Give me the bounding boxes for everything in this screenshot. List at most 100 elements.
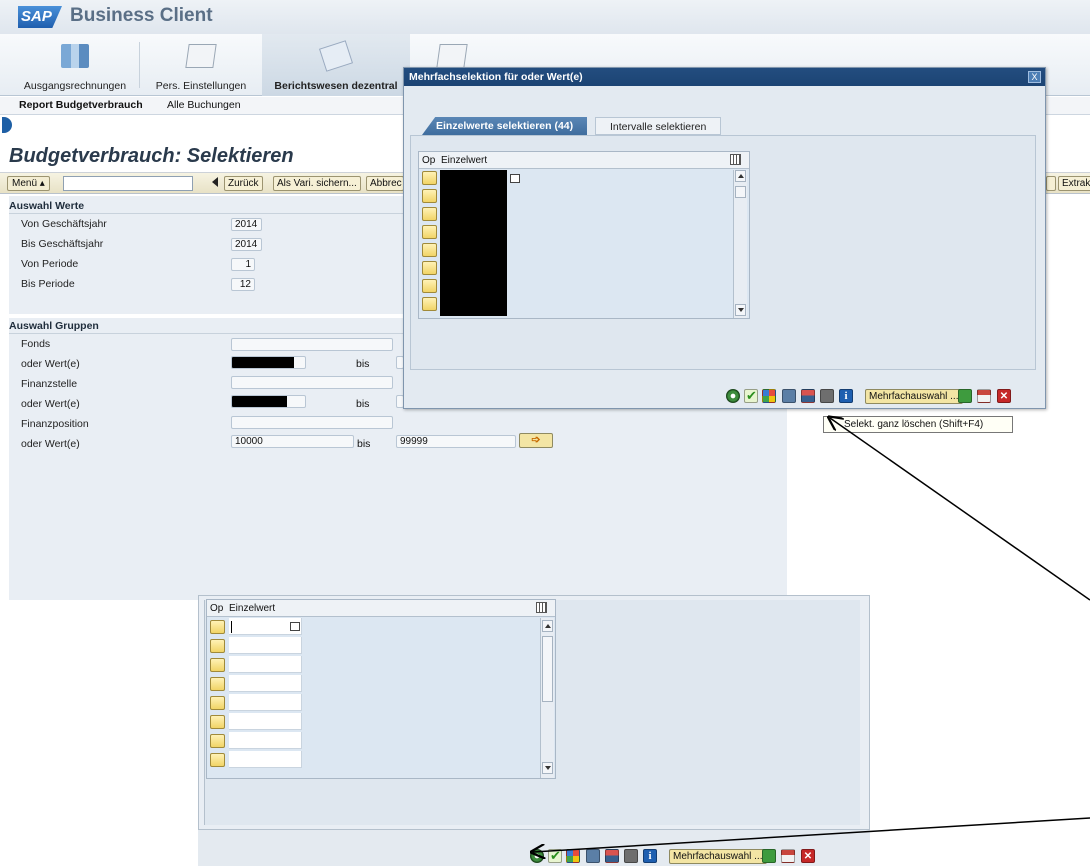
save-variant-button[interactable]: Als Vari. sichern... — [273, 176, 361, 191]
option-button[interactable] — [210, 639, 225, 653]
tab-einzelwerte[interactable]: Einzelwerte selektieren (44) — [422, 117, 588, 135]
value-cell[interactable] — [229, 637, 302, 654]
field-label-finanzstelle: Finanzstelle — [21, 378, 78, 390]
scroll-thumb[interactable] — [542, 636, 553, 702]
finanzstelle-from-input[interactable] — [231, 395, 306, 408]
tooltip: Selekt. ganz löschen (Shift+F4) — [823, 416, 1013, 433]
option-button[interactable] — [210, 734, 225, 748]
trash-icon[interactable] — [624, 849, 638, 863]
vertical-scrollbar[interactable] — [733, 170, 747, 318]
copy-icon[interactable] — [510, 174, 520, 183]
option-button[interactable] — [422, 189, 437, 203]
column-header-einzelwert[interactable]: Einzelwert — [441, 155, 487, 166]
cancel-icon[interactable]: ✕ — [801, 849, 815, 863]
value-cell[interactable] — [229, 675, 302, 692]
multiple-selection-arrow-button[interactable]: ➩ — [519, 433, 553, 448]
scroll-thumb[interactable] — [735, 186, 746, 198]
option-button[interactable] — [422, 279, 437, 293]
redacted-block — [232, 357, 294, 368]
von-periode-input[interactable]: 1 — [231, 258, 255, 271]
insert-line-icon[interactable] — [782, 389, 796, 403]
value-cell[interactable] — [229, 751, 302, 768]
cancel-icon[interactable]: ✕ — [997, 389, 1011, 403]
copy-icon[interactable] — [290, 622, 300, 631]
clipboard-upload-icon[interactable] — [977, 389, 991, 403]
option-button[interactable] — [210, 696, 225, 710]
bis-periode-input[interactable]: 12 — [231, 278, 255, 291]
fonds-input[interactable] — [231, 338, 393, 351]
cancel-button[interactable]: Abbrec — [366, 176, 404, 191]
option-button[interactable] — [422, 171, 437, 185]
hidden-button[interactable] — [1046, 176, 1056, 191]
zoomed-footer-toolbar: i Mehrfachauswahl ... ✕ — [530, 847, 860, 866]
fonds-from-input[interactable] — [231, 356, 306, 369]
multiple-selection-icon[interactable] — [566, 849, 580, 863]
option-button[interactable] — [422, 243, 437, 257]
launch-item-ausgangsrechnungen[interactable]: Ausgangsrechnungen — [14, 34, 136, 96]
grid-header: Op Einzelwert — [419, 152, 749, 169]
option-button[interactable] — [210, 677, 225, 691]
delete-line-icon[interactable] — [801, 389, 815, 403]
mehrfachauswahl-button[interactable]: Mehrfachauswahl ... — [669, 849, 767, 864]
value-cell[interactable] — [229, 656, 302, 673]
check-icon[interactable] — [548, 848, 562, 864]
column-header-op[interactable]: Op — [422, 155, 435, 166]
option-button[interactable] — [210, 715, 225, 729]
import-icon[interactable] — [958, 389, 972, 403]
trash-icon[interactable] — [820, 389, 834, 403]
finanzposition-from-input[interactable]: 10000 — [231, 435, 354, 448]
import-icon[interactable] — [762, 849, 776, 863]
vertical-scrollbar[interactable] — [540, 618, 554, 778]
field-label-bis-periode: Bis Periode — [21, 278, 75, 290]
option-button[interactable] — [210, 658, 225, 672]
value-cell[interactable] — [229, 732, 302, 749]
info-icon[interactable]: i — [643, 849, 657, 863]
finanzposition-to-input[interactable]: 99999 — [396, 435, 516, 448]
navigation-expand-icon[interactable] — [2, 117, 12, 133]
scroll-up-icon[interactable] — [542, 620, 553, 632]
finanzstelle-input[interactable] — [231, 376, 393, 389]
delete-entire-selection-icon[interactable] — [530, 849, 544, 863]
mehrfachauswahl-button[interactable]: Mehrfachauswahl ... — [865, 389, 963, 404]
option-button[interactable] — [422, 261, 437, 275]
table-settings-icon[interactable] — [730, 154, 741, 165]
scroll-up-icon[interactable] — [735, 170, 746, 182]
option-button[interactable] — [210, 753, 225, 767]
bis-geschaeftsjahr-input[interactable]: 2014 — [231, 238, 262, 251]
column-header-einzelwert[interactable]: Einzelwert — [229, 603, 275, 614]
extract-button[interactable]: Extrak — [1058, 176, 1090, 191]
launch-item-berichtswesen-dezentral[interactable]: Berichtswesen dezentral — [262, 34, 410, 96]
scroll-down-icon[interactable] — [542, 762, 553, 774]
clipboard-upload-icon[interactable] — [781, 849, 795, 863]
table-settings-icon[interactable] — [536, 602, 547, 613]
option-button[interactable] — [422, 225, 437, 239]
tab-intervalle[interactable]: Intervalle selektieren — [595, 117, 722, 135]
delete-line-icon[interactable] — [605, 849, 619, 863]
option-button[interactable] — [422, 207, 437, 221]
annotation-arrow-tooltip — [830, 418, 1090, 601]
option-button[interactable] — [210, 620, 225, 634]
multiple-selection-icon[interactable] — [762, 389, 776, 403]
redacted-values-column[interactable] — [440, 170, 507, 316]
back-button[interactable]: Zurück — [224, 176, 263, 191]
value-cell[interactable] — [229, 713, 302, 730]
finanzposition-input[interactable] — [231, 416, 393, 429]
subtab-report-budgetverbrauch[interactable]: Report Budgetverbrauch — [19, 99, 143, 111]
check-icon[interactable] — [744, 388, 758, 404]
launch-item-pers-einstellungen[interactable]: Pers. Einstellungen — [142, 34, 260, 96]
launch-item-label: Pers. Einstellungen — [155, 80, 247, 92]
command-field[interactable] — [63, 176, 193, 191]
subtab-alle-buchungen[interactable]: Alle Buchungen — [167, 99, 241, 111]
dialog-title: Mehrfachselektion für oder Wert(e) — [404, 68, 1045, 86]
scroll-down-icon[interactable] — [735, 304, 746, 316]
close-icon[interactable]: X — [1028, 71, 1041, 83]
option-button[interactable] — [422, 297, 437, 311]
toolbar-scroll-left-icon[interactable] — [212, 177, 218, 187]
delete-entire-selection-icon[interactable] — [726, 389, 740, 403]
value-cell[interactable] — [229, 694, 302, 711]
menu-button[interactable]: Menü ▴ — [7, 176, 50, 191]
info-icon[interactable]: i — [839, 389, 853, 403]
column-header-op[interactable]: Op — [210, 603, 223, 614]
von-geschaeftsjahr-input[interactable]: 2014 — [231, 218, 262, 231]
insert-line-icon[interactable] — [586, 849, 600, 863]
